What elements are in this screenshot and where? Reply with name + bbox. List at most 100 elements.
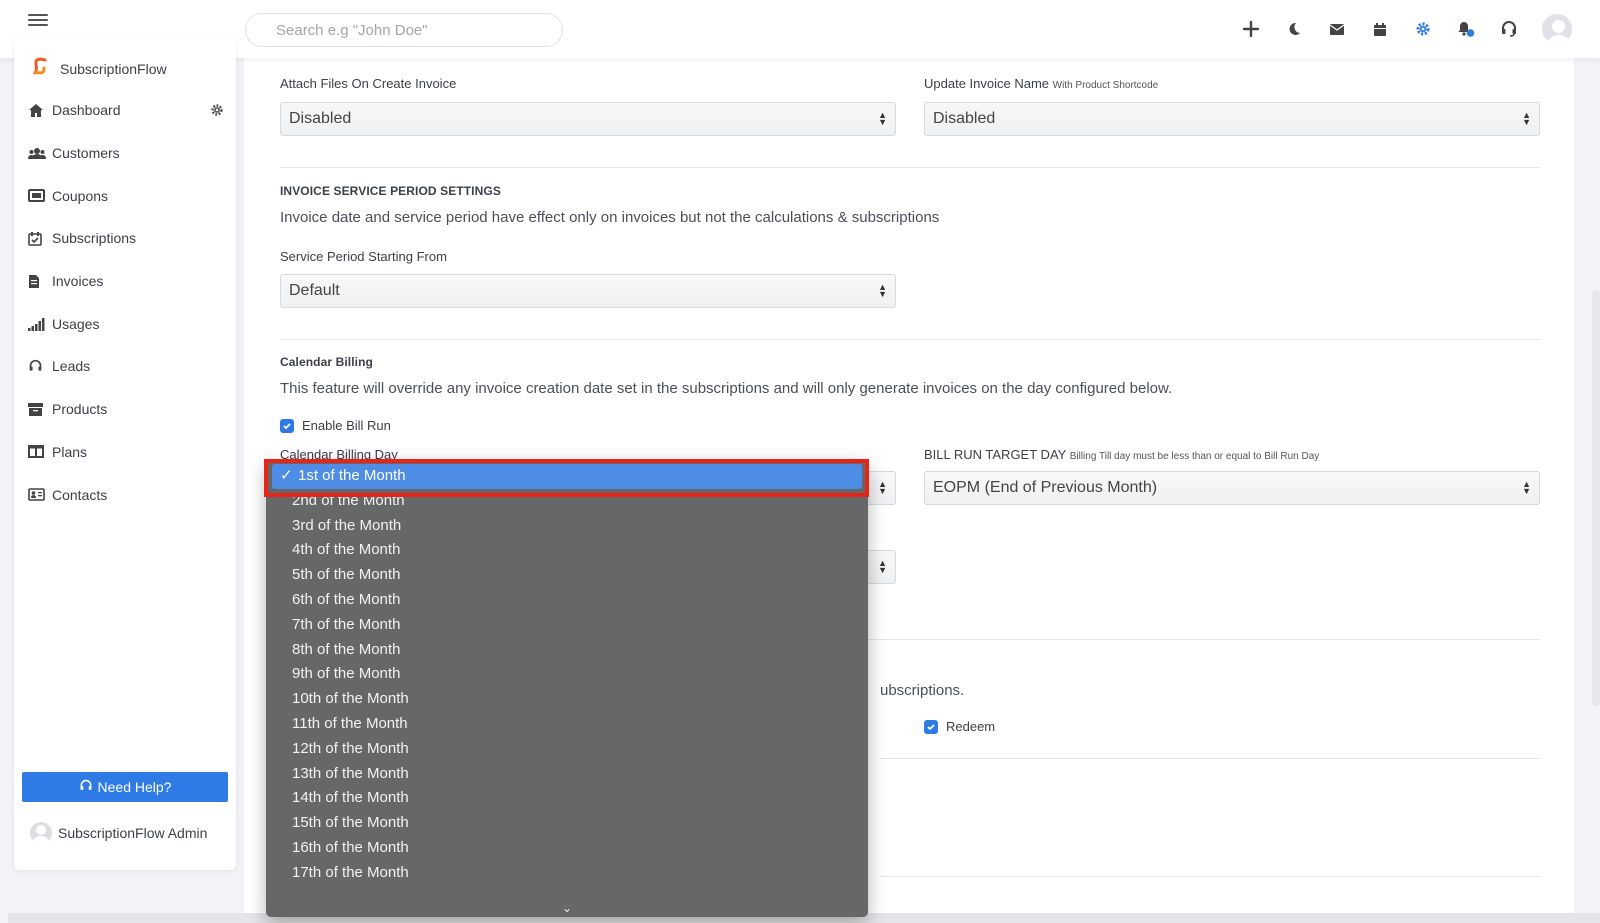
service-period-title: INVOICE SERVICE PERIOD SETTINGS <box>280 184 501 198</box>
service-period-description: Invoice date and service period have eff… <box>280 209 940 226</box>
user-avatar[interactable] <box>1540 12 1574 46</box>
headset-icon[interactable] <box>1487 10 1530 48</box>
sidebar-item-label: Products <box>52 401 108 418</box>
sidebar-item-products[interactable]: Products <box>28 388 224 431</box>
contact-card-icon <box>28 488 52 501</box>
mail-icon[interactable] <box>1315 10 1358 48</box>
sidebar-item-plans[interactable]: Plans <box>28 431 224 474</box>
partial-description: ubscriptions. <box>880 682 965 699</box>
dropdown-option[interactable]: 14th of the Month <box>266 786 868 811</box>
dropdown-option[interactable]: 12th of the Month <box>266 737 868 762</box>
sidebar-item-label: Dashboard <box>52 102 121 119</box>
sidebar-item-customers[interactable]: Customers <box>28 132 224 175</box>
sidebar-item-usages[interactable]: Usages <box>28 302 224 345</box>
home-icon <box>28 103 52 118</box>
sidebar-item-label: Plans <box>52 443 88 460</box>
dropdown-option[interactable]: 4th of the Month <box>266 538 868 563</box>
update-invoice-name-hint: With Product Shortcode <box>1052 80 1159 91</box>
vertical-scrollbar[interactable] <box>1592 290 1600 706</box>
select-arrows-icon: ▲ ▼ <box>878 558 887 575</box>
bill-run-target-day-hint: Billing Till day must be less than or eq… <box>1069 451 1320 462</box>
option-label: 1st of the Month <box>298 467 406 484</box>
attach-files-select[interactable]: Disabled ▲ ▼ <box>280 102 896 136</box>
plus-icon[interactable] <box>1229 10 1272 48</box>
redeem-checkbox[interactable]: Redeem <box>924 719 995 734</box>
sidebar-item-leads[interactable]: Leads <box>28 345 224 388</box>
sidebar-nav: Dashboard Customers Coupons Subscription… <box>28 89 224 516</box>
sidebar-item-contacts[interactable]: Contacts <box>28 473 224 516</box>
sidebar-item-label: Usages <box>52 315 100 332</box>
bill-run-target-day-text: BILL RUN TARGET DAY <box>924 447 1067 462</box>
brand[interactable]: SubscriptionFlow <box>30 56 167 81</box>
dropdown-option[interactable]: 8th of the Month <box>266 638 868 663</box>
dropdown-option[interactable]: 11th of the Month <box>266 712 868 737</box>
bill-run-target-day-select[interactable]: EOPM (End of Previous Month) ▲ ▼ <box>924 471 1540 505</box>
calendar-icon[interactable] <box>1358 10 1401 48</box>
select-arrows-icon: ▲ ▼ <box>1522 110 1531 127</box>
select-arrows-icon: ▲ ▼ <box>878 110 887 127</box>
need-help-label: Need Help? <box>97 779 172 795</box>
sidebar-item-subscriptions[interactable]: Subscriptions <box>28 217 224 260</box>
enable-bill-run-label: Enable Bill Run <box>302 418 391 433</box>
select-arrows-icon: ▲ ▼ <box>878 479 887 496</box>
dropdown-option[interactable]: 2nd of the Month <box>266 489 868 514</box>
need-help-button[interactable]: Need Help? <box>22 772 228 802</box>
calendar-billing-description: This feature will override any invoice c… <box>280 380 1173 397</box>
moon-icon[interactable] <box>1272 10 1315 48</box>
dropdown-option[interactable]: 9th of the Month <box>266 662 868 687</box>
archive-icon <box>28 402 52 417</box>
dashboard-settings-gear-icon[interactable] <box>210 103 224 120</box>
invoice-icon <box>28 274 52 289</box>
sidebar-item-label: Subscriptions <box>52 230 137 247</box>
dropdown-option[interactable]: 5th of the Month <box>266 563 868 588</box>
sidebar-item-coupons[interactable]: Coupons <box>28 174 224 217</box>
sidebar-item-label: Invoices <box>52 273 104 290</box>
update-invoice-name-select[interactable]: Disabled ▲ ▼ <box>924 102 1540 136</box>
dropdown-option[interactable]: 16th of the Month <box>266 836 868 861</box>
checkbox-checked-icon <box>280 418 294 433</box>
subscriptionflow-logo-icon <box>30 56 50 81</box>
attach-files-label: Attach Files On Create Invoice <box>280 76 457 91</box>
dropdown-option[interactable]: 7th of the Month <box>266 613 868 638</box>
service-period-select[interactable]: Default ▲ ▼ <box>280 274 896 308</box>
search-input[interactable] <box>245 13 563 47</box>
dropdown-option[interactable]: 17th of the Month <box>266 861 868 886</box>
divider <box>280 339 1540 340</box>
dropdown-option[interactable]: 15th of the Month <box>266 811 868 836</box>
scroll-down-chevron-icon[interactable]: ⌄ <box>266 901 868 915</box>
update-invoice-name-value: Disabled <box>933 110 996 127</box>
service-period-label: Service Period Starting From <box>280 249 447 264</box>
calendar-check-icon <box>28 231 52 246</box>
calendar-billing-day-dropdown: ✓ 1st of the Month 2nd of the Month 3rd o… <box>266 460 868 917</box>
enable-bill-run-checkbox[interactable]: Enable Bill Run <box>280 418 391 433</box>
bell-icon[interactable] <box>1444 10 1487 48</box>
sidebar-item-dashboard[interactable]: Dashboard <box>28 89 224 132</box>
divider <box>880 758 1540 759</box>
dropdown-option[interactable]: 3rd of the Month <box>266 514 868 539</box>
redeem-label: Redeem <box>946 719 996 734</box>
menu-toggle-icon[interactable] <box>28 11 48 27</box>
top-bar <box>0 0 1600 58</box>
dropdown-option[interactable]: 6th of the Month <box>266 588 868 613</box>
dropdown-option[interactable]: ✓ 1st of the Month <box>272 464 862 489</box>
service-period-value: Default <box>289 282 340 299</box>
sidebar-user[interactable]: SubscriptionFlow Admin <box>30 822 207 844</box>
top-actions <box>1229 10 1574 48</box>
bill-run-target-day-label: BILL RUN TARGET DAY Billing Till day mus… <box>924 447 1319 462</box>
sidebar-item-label: Customers <box>52 145 120 162</box>
sidebar-user-name: SubscriptionFlow Admin <box>58 825 208 841</box>
select-arrows-icon: ▲ ▼ <box>878 282 887 299</box>
divider <box>880 876 1540 877</box>
dropdown-option[interactable]: 10th of the Month <box>266 687 868 712</box>
sidebar-item-label: Coupons <box>52 187 109 204</box>
sidebar-item-invoices[interactable]: Invoices <box>28 260 224 303</box>
headset-icon <box>28 359 52 374</box>
gear-icon[interactable] <box>1401 10 1444 48</box>
bill-run-target-day-value: EOPM (End of Previous Month) <box>933 479 1158 496</box>
brand-name: SubscriptionFlow <box>60 60 167 77</box>
sidebar-item-label: Leads <box>52 358 91 375</box>
dropdown-option[interactable]: 13th of the Month <box>266 762 868 787</box>
select-arrows-icon: ▲ ▼ <box>1522 479 1531 496</box>
checkmark-icon: ✓ <box>280 467 293 484</box>
users-icon <box>28 147 52 160</box>
